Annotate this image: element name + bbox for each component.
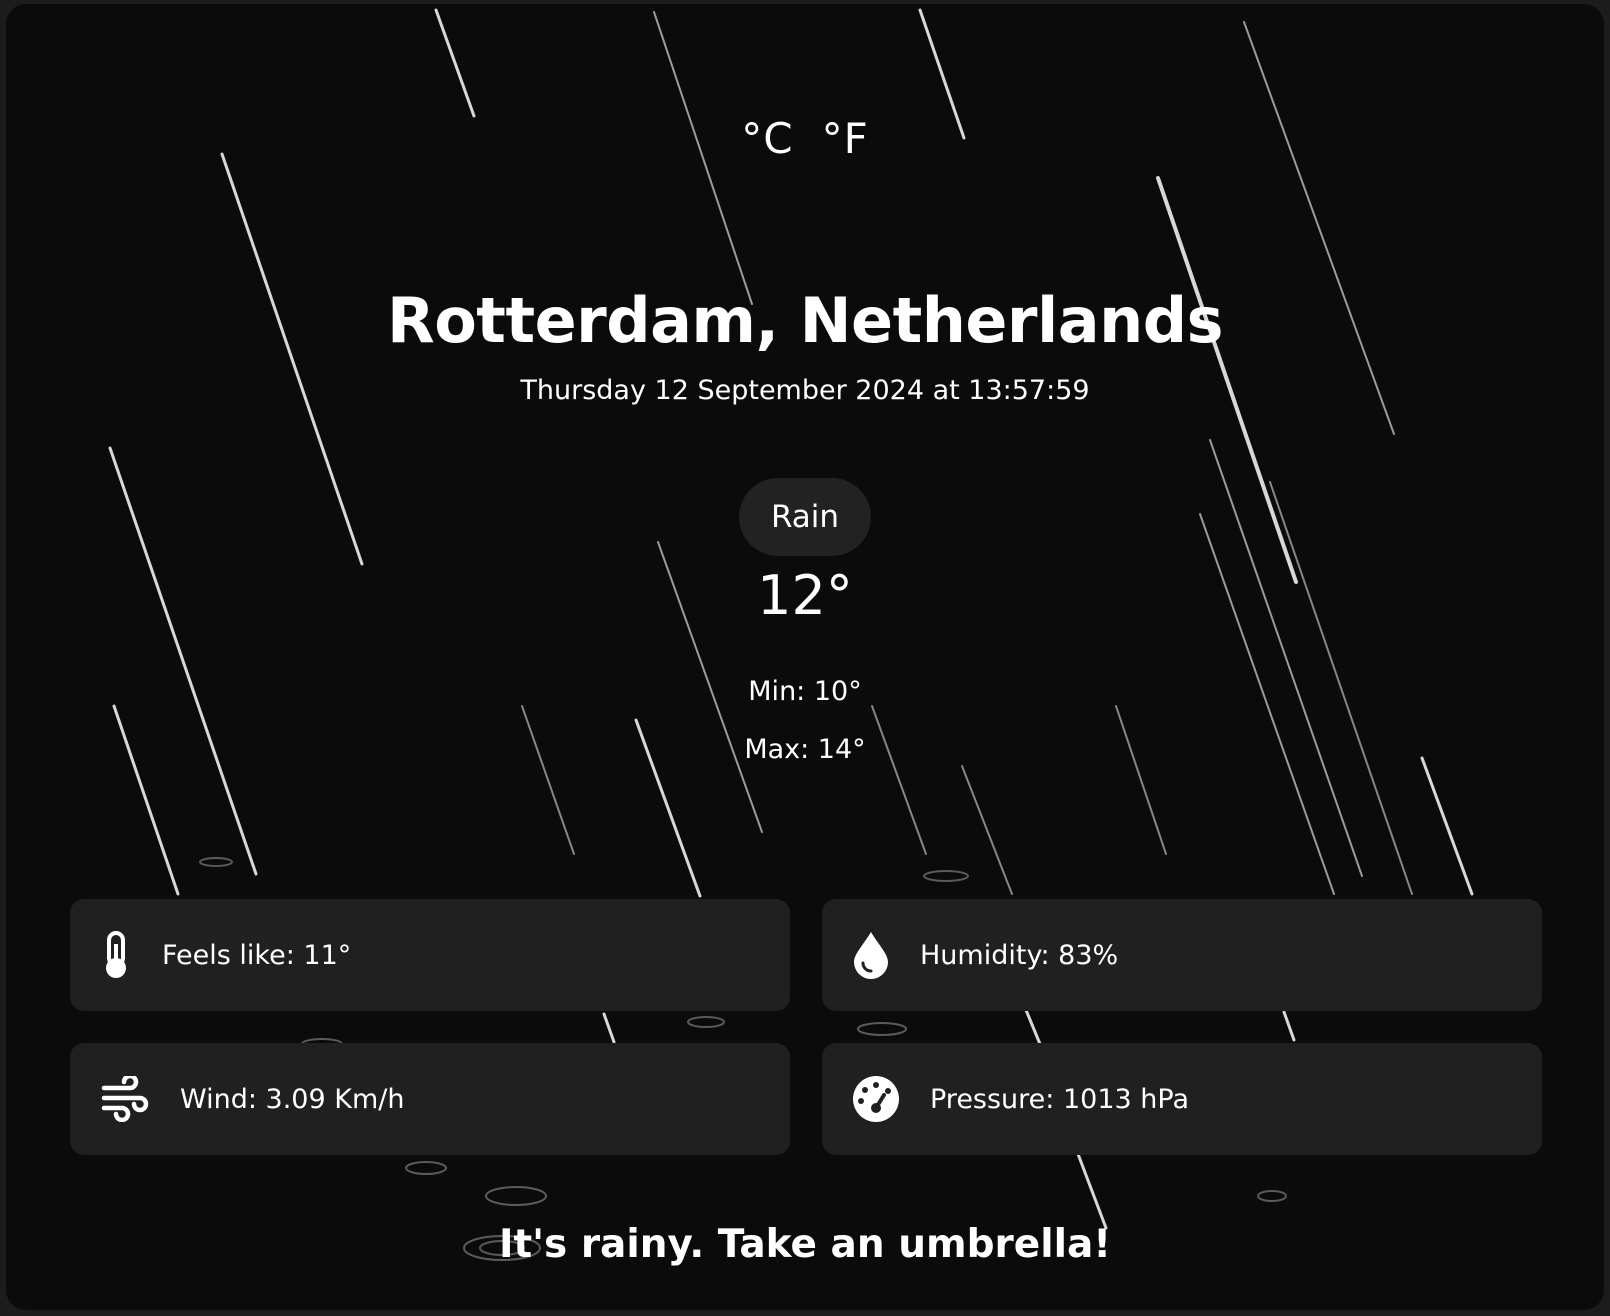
pressure-card: Pressure: 1013 hPa [822,1043,1542,1155]
unit-toggle: °C °F [6,114,1604,163]
thermometer-icon [100,930,132,980]
feels-like-card: Feels like: 11° [70,899,790,1011]
date-time: Thursday 12 September 2024 at 13:57:59 [520,375,1090,406]
weather-app: °C °F Rotterdam, Netherlands Thursday 12… [6,4,1604,1310]
weather-message: It's rainy. Take an umbrella! [498,1222,1112,1267]
humidity-label: Humidity: 83% [920,939,1119,971]
gauge-icon [852,1075,900,1123]
feels-like-label: Feels like: 11° [162,939,352,971]
wind-icon [100,1076,150,1122]
celsius-button[interactable]: °C [741,114,793,163]
current-temperature: 12° [757,564,853,627]
pressure-label: Pressure: 1013 hPa [930,1083,1189,1115]
water-drop-icon [852,930,890,980]
humidity-card: Humidity: 83% [822,899,1542,1011]
location-title: Rotterdam, Netherlands [386,284,1224,357]
max-temperature: Max: 14° [744,734,866,765]
min-temperature: Min: 10° [748,676,862,707]
wind-card: Wind: 3.09 Km/h [70,1043,790,1155]
fahrenheit-button[interactable]: °F [822,114,869,163]
condition-badge: Rain [738,478,872,556]
wind-label: Wind: 3.09 Km/h [180,1083,405,1115]
